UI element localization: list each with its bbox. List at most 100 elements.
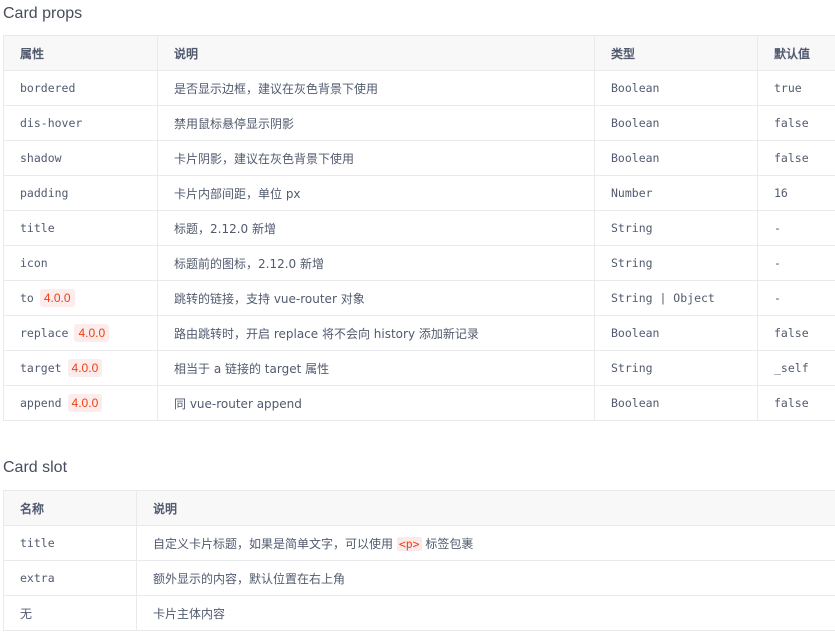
table-row: append 4.0.0 同 vue-router append Boolean fal… xyxy=(3,385,835,421)
prop-type-cell: Boolean xyxy=(594,140,758,176)
prop-name: bordered xyxy=(20,81,76,95)
prop-default: false xyxy=(774,116,809,130)
prop-description: 标题前的图标，2.12.0 新增 xyxy=(174,256,324,271)
slot-description: 卡片主体内容 xyxy=(153,606,226,621)
header-slot-description: 说明 xyxy=(136,490,835,526)
slot-name-cell: 无 xyxy=(3,595,137,631)
table-row: bordered 是否显示边框，建议在灰色背景下使用 Boolean true xyxy=(3,70,835,106)
prop-type-cell: Boolean xyxy=(594,105,758,141)
prop-type-cell: Boolean xyxy=(594,385,758,421)
prop-default: false xyxy=(774,151,809,165)
header-attribute: 属性 xyxy=(3,35,158,71)
prop-name-cell: append 4.0.0 xyxy=(3,385,158,421)
props-table: 属性 说明 类型 默认值 bordered 是否显示边框，建议在灰色背景下使用 Bo… xyxy=(3,35,835,421)
prop-default-cell: - xyxy=(757,280,835,316)
prop-name: padding xyxy=(20,186,69,200)
prop-default-cell: - xyxy=(757,245,835,281)
prop-desc-cell: 相当于 a 链接的 target 属性 xyxy=(157,350,595,386)
prop-default-cell: false xyxy=(757,140,835,176)
prop-type-cell: Boolean xyxy=(594,315,758,351)
prop-name-cell: title xyxy=(3,210,158,246)
prop-description: 相当于 a 链接的 target 属性 xyxy=(174,361,330,376)
table-row: shadow 卡片阴影，建议在灰色背景下使用 Boolean false xyxy=(3,140,835,176)
table-row: title 自定义卡片标题，如果是简单文字，可以使用 <p> 标签包裹 xyxy=(3,525,835,561)
prop-desc-cell: 卡片内部间距，单位 px xyxy=(157,175,595,211)
table-row: extra 额外显示的内容，默认位置在右上角 xyxy=(3,560,835,596)
prop-default-cell: false xyxy=(757,105,835,141)
prop-description: 同 vue-router append xyxy=(174,396,302,411)
props-header-row: 属性 说明 类型 默认值 xyxy=(3,35,835,71)
slot-desc-cell: 卡片主体内容 xyxy=(136,595,835,631)
prop-name-cell: dis-hover xyxy=(3,105,158,141)
props-section-title: Card props xyxy=(3,5,83,22)
prop-default-cell: false xyxy=(757,315,835,351)
header-default: 默认值 xyxy=(757,35,835,71)
slot-description-tail: 标签包裹 xyxy=(421,536,474,551)
prop-type: Boolean xyxy=(611,116,660,130)
prop-default: - xyxy=(774,256,781,270)
prop-type: Boolean xyxy=(611,396,660,410)
slot-name-cell: extra xyxy=(3,560,137,596)
table-row: dis-hover 禁用鼠标悬停显示阴影 Boolean false xyxy=(3,105,835,141)
prop-description: 跳转的链接，支持 vue-router 对象 xyxy=(174,291,365,306)
prop-name-cell: shadow xyxy=(3,140,158,176)
slot-name-cell: title xyxy=(3,525,137,561)
table-row: title 标题，2.12.0 新增 String - xyxy=(3,210,835,246)
prop-name-cell: icon xyxy=(3,245,158,281)
prop-name: append xyxy=(20,396,62,410)
prop-name-cell: replace 4.0.0 xyxy=(3,315,158,351)
prop-description: 是否显示边框，建议在灰色背景下使用 xyxy=(174,81,379,96)
prop-default-cell: false xyxy=(757,385,835,421)
slot-table: 名称 说明 title 自定义卡片标题，如果是简单文字，可以使用 <p> 标签包裹… xyxy=(3,490,835,631)
version-badge: 4.0.0 xyxy=(67,394,103,412)
prop-default-cell: _self xyxy=(757,350,835,386)
prop-desc-cell: 卡片阴影，建议在灰色背景下使用 xyxy=(157,140,595,176)
prop-name: to xyxy=(20,291,34,305)
version-badge: 4.0.0 xyxy=(67,359,103,377)
prop-default: - xyxy=(774,291,781,305)
prop-default: 16 xyxy=(774,186,788,200)
prop-default: _self xyxy=(774,361,809,375)
version-badge: 4.0.0 xyxy=(74,324,110,342)
slot-desc-cell: 额外显示的内容，默认位置在右上角 xyxy=(136,560,835,596)
prop-default: false xyxy=(774,396,809,410)
prop-desc-cell: 跳转的链接，支持 vue-router 对象 xyxy=(157,280,595,316)
prop-description: 卡片内部间距，单位 px xyxy=(174,186,301,201)
slot-table-body: title 自定义卡片标题，如果是简单文字，可以使用 <p> 标签包裹 extra 额… xyxy=(3,525,835,631)
prop-type-cell: Number xyxy=(594,175,758,211)
prop-name-cell: to 4.0.0 xyxy=(3,280,158,316)
table-row: replace 4.0.0 路由跳转时，开启 replace 将不会向 histor… xyxy=(3,315,835,351)
prop-name: title xyxy=(20,221,55,235)
prop-desc-cell: 路由跳转时，开启 replace 将不会向 history 添加新记录 xyxy=(157,315,595,351)
prop-desc-cell: 标题前的图标，2.12.0 新增 xyxy=(157,245,595,281)
table-row: target 4.0.0 相当于 a 链接的 target 属性 String _sel… xyxy=(3,350,835,386)
prop-description: 路由跳转时，开启 replace 将不会向 history 添加新记录 xyxy=(174,326,479,341)
prop-type: String xyxy=(611,361,653,375)
prop-desc-cell: 标题，2.12.0 新增 xyxy=(157,210,595,246)
prop-default-cell: true xyxy=(757,70,835,106)
version-badge: 4.0.0 xyxy=(39,289,75,307)
prop-description: 卡片阴影，建议在灰色背景下使用 xyxy=(174,151,355,166)
prop-default-cell: - xyxy=(757,210,835,246)
prop-type-cell: String xyxy=(594,245,758,281)
table-row: icon 标题前的图标，2.12.0 新增 String - xyxy=(3,245,835,281)
prop-description: 标题，2.12.0 新增 xyxy=(174,221,276,236)
prop-type: Boolean xyxy=(611,81,660,95)
prop-type: Boolean xyxy=(611,326,660,340)
prop-type: Number xyxy=(611,186,653,200)
table-row: padding 卡片内部间距，单位 px Number 16 xyxy=(3,175,835,211)
slot-description: 自定义卡片标题，如果是简单文字，可以使用 xyxy=(153,536,397,551)
prop-desc-cell: 禁用鼠标悬停显示阴影 xyxy=(157,105,595,141)
table-row: to 4.0.0 跳转的链接，支持 vue-router 对象 String | Ob… xyxy=(3,280,835,316)
slot-name: title xyxy=(20,536,55,550)
prop-type: String xyxy=(611,256,653,270)
prop-desc-cell: 同 vue-router append xyxy=(157,385,595,421)
prop-type-cell: String xyxy=(594,350,758,386)
slot-header-row: 名称 说明 xyxy=(3,490,835,526)
props-table-body: bordered 是否显示边框，建议在灰色背景下使用 Boolean true dis-… xyxy=(3,70,835,421)
slot-desc-cell: 自定义卡片标题，如果是简单文字，可以使用 <p> 标签包裹 xyxy=(136,525,835,561)
header-type: 类型 xyxy=(594,35,758,71)
prop-name: icon xyxy=(20,256,48,270)
prop-name-cell: bordered xyxy=(3,70,158,106)
prop-type: String | Object xyxy=(611,291,715,305)
